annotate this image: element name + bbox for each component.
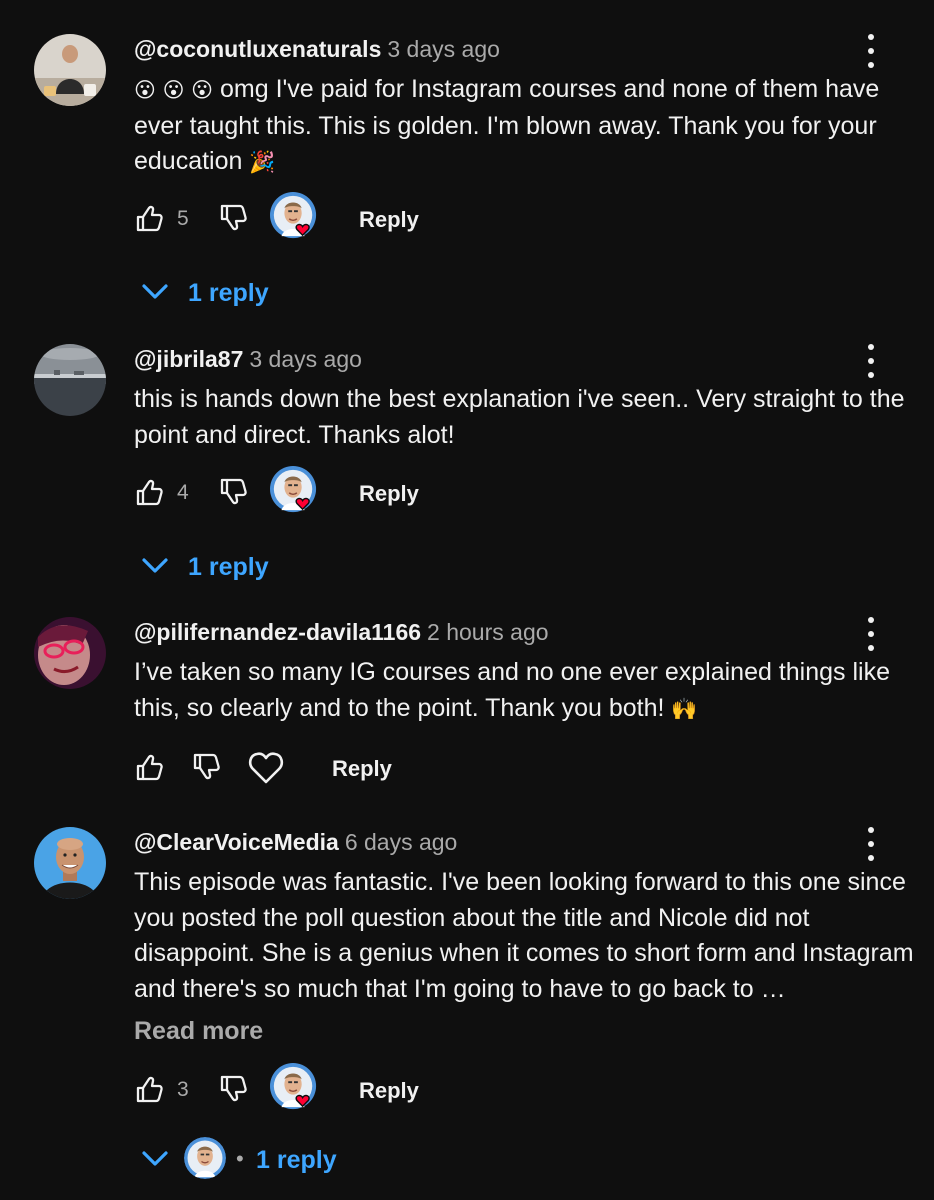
- comment-time[interactable]: 2 hours ago: [427, 619, 548, 645]
- emoji-suffix: 🎉: [249, 150, 276, 174]
- comment-header: @pilifernandez-davila1166 2 hours ago: [134, 619, 549, 646]
- comment-actions: 4 Reply: [132, 466, 732, 516]
- thumbs-up-icon[interactable]: [132, 202, 166, 236]
- replies-count[interactable]: 1 reply: [188, 553, 269, 582]
- comment-text: This episode was fantastic. I've been lo…: [134, 865, 914, 1007]
- heart-outline-icon[interactable]: [247, 751, 285, 785]
- emoji-suffix: 🙌: [671, 696, 698, 721]
- read-more-link[interactable]: Read more: [134, 1017, 263, 1046]
- thumbs-down-icon[interactable]: [216, 202, 250, 236]
- comment-text: this is hands down the best explanation …: [134, 382, 914, 453]
- separator-dot: •: [236, 1146, 244, 1171]
- comment-time[interactable]: 3 days ago: [249, 346, 362, 372]
- reply-button[interactable]: Reply: [359, 481, 419, 507]
- thumbs-down-icon[interactable]: [189, 751, 223, 785]
- like-count: 3: [177, 1078, 189, 1101]
- more-vertical-icon[interactable]: [859, 34, 883, 68]
- chevron-down-icon: [142, 284, 168, 299]
- comment-actions: 3 Reply: [132, 1063, 732, 1113]
- reply-button[interactable]: Reply: [332, 756, 392, 782]
- emoji-prefix: 😮 😮 😮: [134, 78, 214, 102]
- comment-author[interactable]: @ClearVoiceMedia: [134, 829, 339, 855]
- avatar[interactable]: [34, 617, 106, 689]
- comment-header: @ClearVoiceMedia 6 days ago: [134, 829, 457, 856]
- comment-text: 😮 😮 😮 omg I've paid for Instagram course…: [134, 72, 914, 181]
- chevron-down-icon: [142, 558, 168, 573]
- thumbs-down-icon[interactable]: [216, 476, 250, 510]
- comment-body: This episode was fantastic. I've been lo…: [134, 868, 914, 1003]
- comment-text: I’ve taken so many IG courses and no one…: [134, 655, 914, 727]
- comment-time[interactable]: 3 days ago: [387, 36, 500, 62]
- creator-heart-icon[interactable]: [270, 466, 318, 514]
- view-replies-button[interactable]: • 1 reply: [140, 1137, 540, 1183]
- creator-avatar: [184, 1137, 226, 1179]
- more-vertical-icon[interactable]: [859, 827, 883, 861]
- thumbs-down-icon[interactable]: [216, 1073, 250, 1107]
- comment-actions: Reply: [132, 751, 732, 791]
- reply-button[interactable]: Reply: [359, 1078, 419, 1104]
- thumbs-up-icon[interactable]: [132, 1073, 166, 1107]
- reply-button[interactable]: Reply: [359, 207, 419, 233]
- more-vertical-icon[interactable]: [859, 617, 883, 651]
- avatar[interactable]: [34, 827, 106, 899]
- more-vertical-icon[interactable]: [859, 344, 883, 378]
- comment-time[interactable]: 6 days ago: [345, 829, 458, 855]
- view-replies-button[interactable]: 1 reply: [140, 276, 540, 316]
- comment-body: I’ve taken so many IG courses and no one…: [134, 658, 890, 722]
- like-count: 5: [177, 207, 189, 230]
- comment-header: @coconutluxenaturals 3 days ago: [134, 36, 500, 63]
- chevron-down-icon: [142, 1151, 168, 1166]
- comment-author[interactable]: @pilifernandez-davila1166: [134, 619, 421, 645]
- avatar[interactable]: [34, 34, 106, 106]
- creator-heart-icon[interactable]: [270, 1063, 318, 1111]
- comment-author[interactable]: @coconutluxenaturals: [134, 36, 381, 62]
- replies-count[interactable]: 1 reply: [256, 1146, 337, 1175]
- comment-header: @jibrila87 3 days ago: [134, 346, 362, 373]
- avatar[interactable]: [34, 344, 106, 416]
- creator-heart-icon[interactable]: [270, 192, 318, 240]
- comment-body: this is hands down the best explanation …: [134, 385, 905, 449]
- replies-count[interactable]: 1 reply: [188, 279, 269, 308]
- thumbs-up-icon[interactable]: [132, 476, 166, 510]
- view-replies-button[interactable]: 1 reply: [140, 550, 540, 590]
- thumbs-up-icon[interactable]: [132, 751, 166, 785]
- comment-body: omg I've paid for Instagram courses and …: [134, 75, 880, 175]
- comment-actions: 5 Reply: [132, 192, 732, 242]
- comment-author[interactable]: @jibrila87: [134, 346, 243, 372]
- like-count: 4: [177, 481, 189, 504]
